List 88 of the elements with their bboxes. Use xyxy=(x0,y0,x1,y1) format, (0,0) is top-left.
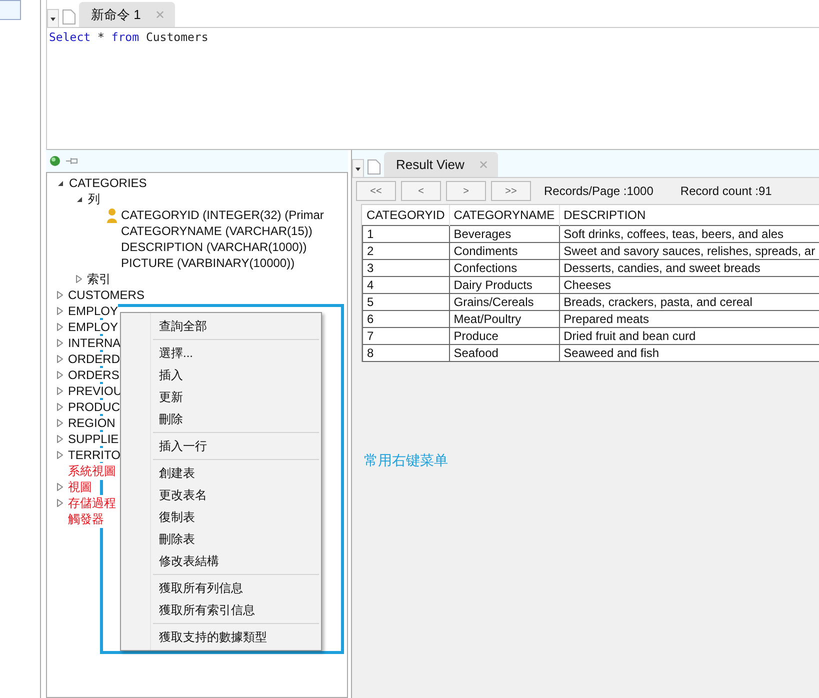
menu-item[interactable]: 插入 xyxy=(121,364,321,386)
menu-item[interactable]: 更改表名 xyxy=(121,484,321,506)
tree-item[interactable]: TERRITO xyxy=(68,448,120,462)
tree-item[interactable]: INTERNA xyxy=(68,336,121,350)
table-cell: Grains/Cereals xyxy=(449,294,560,310)
record-count: Record count :91 xyxy=(680,184,772,198)
tab-label: Result View xyxy=(396,157,464,172)
menu-item[interactable]: 選擇... xyxy=(121,342,321,364)
menu-item[interactable]: 獲取所有索引信息 xyxy=(121,599,321,621)
column-header[interactable]: DESCRIPTION xyxy=(559,205,819,226)
menu-item[interactable]: 創建表 xyxy=(121,462,321,484)
table-cell: Soft drinks, coffees, teas, beers, and ales xyxy=(559,226,819,242)
table-cell: Dairy Products xyxy=(449,276,560,294)
result-tab[interactable]: Result View ✕ xyxy=(384,152,498,177)
dropdown-icon[interactable] xyxy=(47,9,59,27)
pager-button[interactable]: << xyxy=(356,181,396,201)
tree-item[interactable]: CATEGORYID (INTEGER(32) (Primar xyxy=(121,208,324,222)
pager-button[interactable]: < xyxy=(401,181,441,201)
tree-item[interactable]: PRODUC xyxy=(68,400,120,414)
menu-item[interactable]: 刪除表 xyxy=(121,528,321,550)
table-cell: 3 xyxy=(362,260,450,276)
expand-icon[interactable] xyxy=(57,419,63,427)
pager-button[interactable]: >> xyxy=(491,181,531,201)
table-cell: 5 xyxy=(362,294,450,310)
expand-icon[interactable] xyxy=(57,355,63,363)
expand-icon[interactable] xyxy=(57,323,63,331)
table-cell: 6 xyxy=(362,310,450,328)
table-cell: Condiments xyxy=(449,242,560,260)
tree-item[interactable]: DESCRIPTION (VARCHAR(1000)) xyxy=(121,240,307,254)
expand-icon[interactable] xyxy=(57,307,63,315)
code-line: Select * from Customers xyxy=(49,30,208,44)
table-cell: Seafood xyxy=(449,344,560,362)
tree-item[interactable]: CATEGORIES xyxy=(69,176,147,190)
table-cell: Confections xyxy=(449,260,560,276)
panel-edge xyxy=(0,0,21,20)
column-header[interactable]: CATEGORYID xyxy=(362,205,450,226)
expand-icon[interactable] xyxy=(57,483,63,491)
tree-item[interactable]: CATEGORYNAME (VARCHAR(15)) xyxy=(121,224,312,238)
menu-item[interactable]: 刪除 xyxy=(121,408,321,430)
table-cell: 1 xyxy=(362,226,450,242)
annotation-label: 常用右键菜单 xyxy=(364,452,448,470)
menu-item[interactable]: 復制表 xyxy=(121,506,321,528)
tab-label: 新命令 1 xyxy=(91,6,141,24)
column-header[interactable]: CATEGORYNAME xyxy=(449,205,560,226)
table-cell: 8 xyxy=(362,344,450,362)
expand-icon[interactable] xyxy=(57,403,63,411)
table-cell: Meat/Poultry xyxy=(449,310,560,328)
table-cell: 7 xyxy=(362,328,450,344)
expand-icon[interactable] xyxy=(57,339,63,347)
tree-item[interactable]: PICTURE (VARBINARY(10000)) xyxy=(121,256,295,270)
table-cell: Beverages xyxy=(449,226,560,242)
tree-item[interactable]: 列 xyxy=(88,190,100,208)
table-cell: 4 xyxy=(362,276,450,294)
tree-item[interactable]: 視圖 xyxy=(68,478,92,496)
connect-icon[interactable] xyxy=(48,154,62,168)
tree-item[interactable]: 系統視圖 xyxy=(68,462,116,480)
menu-item[interactable]: 獲取支持的數據類型 xyxy=(121,626,321,648)
tree-item[interactable]: EMPLOY xyxy=(68,304,118,318)
table-cell: Produce xyxy=(449,328,560,344)
tree-item[interactable]: 存儲過程 xyxy=(68,494,116,512)
tree-item[interactable]: 索引 xyxy=(87,270,111,288)
expand-icon[interactable] xyxy=(57,291,63,299)
editor-tab[interactable]: 新命令 1 ✕ xyxy=(79,2,175,27)
menu-item[interactable]: 查詢全部 xyxy=(121,315,321,337)
menu-item[interactable]: 更新 xyxy=(121,386,321,408)
tree-item[interactable]: REGION xyxy=(68,416,116,430)
pager-button[interactable]: > xyxy=(446,181,486,201)
collapse-icon[interactable] xyxy=(57,180,64,186)
table-cell: 2 xyxy=(362,242,450,260)
expand-icon[interactable] xyxy=(57,499,63,507)
expand-icon[interactable] xyxy=(57,435,63,443)
expand-icon[interactable] xyxy=(76,275,82,283)
collapse-icon[interactable] xyxy=(76,196,83,202)
records-per-page: Records/Page :1000 xyxy=(544,184,654,198)
dropdown-icon[interactable] xyxy=(352,159,364,177)
pin-icon[interactable] xyxy=(65,156,79,166)
expand-icon[interactable] xyxy=(57,387,63,395)
tree-item[interactable]: ORDERS xyxy=(68,368,120,382)
tree-item[interactable]: SUPPLIE xyxy=(68,432,119,446)
menu-item[interactable]: 獲取所有列信息 xyxy=(121,577,321,599)
tree-item[interactable]: ORDERD xyxy=(68,352,120,366)
tree-item[interactable]: 觸發器 xyxy=(68,510,104,528)
tree-item[interactable]: CUSTOMERS xyxy=(68,288,144,302)
expand-icon[interactable] xyxy=(57,451,63,459)
menu-item[interactable]: 插入一行 xyxy=(121,435,321,457)
menu-item[interactable]: 修改表結構 xyxy=(121,550,321,572)
expand-icon[interactable] xyxy=(57,371,63,379)
tree-item[interactable]: EMPLOY xyxy=(68,320,118,334)
